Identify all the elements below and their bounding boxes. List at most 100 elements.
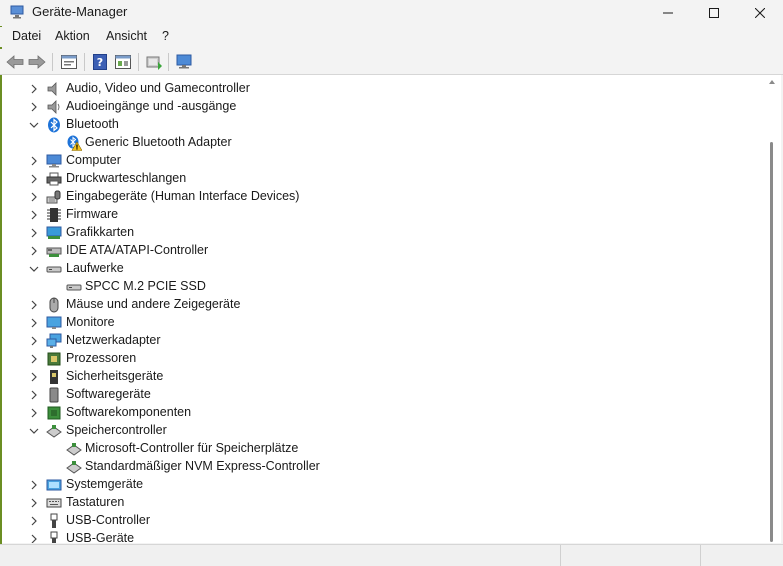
- chevron-right-icon[interactable]: [28, 407, 40, 419]
- tree-item-audio-io[interactable]: Audioeingänge und -ausgänge: [2, 98, 762, 116]
- scroll-up-arrow-icon[interactable]: [769, 80, 775, 84]
- tree-item-nvme-controller[interactable]: Standardmäßiger NVM Express-Controller: [2, 458, 762, 476]
- tree-item-label: USB-Geräte: [66, 531, 135, 543]
- tree-item-spcc-ssd[interactable]: SPCC M.2 PCIE SSD: [2, 278, 762, 296]
- toolbar: ?: [0, 49, 783, 75]
- tree-item-label: Audio, Video und Gamecontroller: [66, 81, 250, 95]
- software-device-icon: [49, 387, 59, 403]
- tree-item-label: Sicherheitsgeräte: [66, 369, 164, 383]
- tree-item-label: Softwaregeräte: [66, 387, 151, 401]
- tree-item-label: Speichercontroller: [66, 423, 167, 437]
- toolbar-separator: [138, 53, 139, 71]
- tree-item-computer[interactable]: Computer: [2, 152, 762, 170]
- tree-item-software-components[interactable]: Softwarekomponenten: [2, 404, 762, 422]
- tree-item-generic-bluetooth-adapter[interactable]: ! Generic Bluetooth Adapter: [2, 134, 762, 152]
- device-manager-window: Geräte-Manager Datei Aktion Ansicht ? ?: [0, 0, 783, 566]
- tree-item-monitors[interactable]: Monitore: [2, 314, 762, 332]
- tree-item-firmware[interactable]: Firmware: [2, 206, 762, 224]
- monitor-icon: [46, 316, 62, 329]
- chevron-right-icon[interactable]: [28, 83, 40, 95]
- chevron-right-icon[interactable]: [28, 101, 40, 113]
- tree-item-ide-controller[interactable]: IDE ATA/ATAPI-Controller: [2, 242, 762, 260]
- ide-controller-icon: [46, 247, 62, 257]
- storage-controller-icon: [66, 443, 82, 456]
- tree-item-label: Netzwerkadapter: [66, 333, 161, 347]
- minimize-button[interactable]: [645, 0, 691, 26]
- chevron-right-icon[interactable]: [28, 191, 40, 203]
- menu-datei[interactable]: Datei: [12, 29, 41, 43]
- tree-item-label: Monitore: [66, 315, 115, 329]
- chevron-right-icon[interactable]: [28, 515, 40, 527]
- tree-item-audio-video[interactable]: Audio, Video und Gamecontroller: [2, 80, 762, 98]
- tree-item-usb-controllers[interactable]: USB-Controller: [2, 512, 762, 530]
- usb-icon: [50, 531, 58, 543]
- chevron-right-icon[interactable]: [28, 317, 40, 329]
- tree-item-label: Druckwarteschlangen: [66, 171, 187, 185]
- tree-item-drives[interactable]: Laufwerke: [2, 260, 762, 278]
- chevron-right-icon[interactable]: [28, 209, 40, 221]
- tree-item-label: IDE ATA/ATAPI-Controller: [66, 243, 209, 257]
- computer-icon: [46, 154, 62, 168]
- tree-item-storage-controllers[interactable]: Speichercontroller: [2, 422, 762, 440]
- back-button[interactable]: [5, 52, 25, 72]
- drive-icon: [66, 284, 82, 291]
- chevron-down-icon[interactable]: [28, 425, 40, 437]
- storage-controller-icon: [66, 461, 82, 474]
- chevron-right-icon[interactable]: [28, 173, 40, 185]
- chevron-right-icon[interactable]: [28, 389, 40, 401]
- tree-item-display-adapters[interactable]: Grafikkarten: [2, 224, 762, 242]
- tree-item-usb-devices[interactable]: USB-Geräte: [2, 530, 762, 543]
- chevron-right-icon[interactable]: [28, 479, 40, 491]
- tree-item-system-devices[interactable]: Systemgeräte: [2, 476, 762, 494]
- properties-button[interactable]: [59, 52, 79, 72]
- title-bar[interactable]: Geräte-Manager: [0, 0, 783, 26]
- tree-item-keyboards[interactable]: Tastaturen: [2, 494, 762, 512]
- tree-item-label: Mäuse und andere Zeigegeräte: [66, 297, 241, 311]
- close-button[interactable]: [737, 0, 783, 26]
- toolbar-separator: [84, 53, 85, 71]
- speaker-icon: [47, 100, 60, 114]
- toolbar-separator: [168, 53, 169, 71]
- tree-item-hid[interactable]: Eingabegeräte (Human Interface Devices): [2, 188, 762, 206]
- tree-item-ms-storage-spaces[interactable]: Microsoft-Controller für Speicherplätze: [2, 440, 762, 458]
- menu-help[interactable]: ?: [162, 29, 169, 43]
- tree-item-label: Laufwerke: [66, 261, 124, 275]
- tree-item-security-devices[interactable]: Sicherheitsgeräte: [2, 368, 762, 386]
- chevron-down-icon[interactable]: [28, 263, 40, 275]
- scrollbar-thumb[interactable]: [770, 142, 773, 542]
- chevron-right-icon[interactable]: [28, 155, 40, 167]
- status-cell: [560, 545, 701, 566]
- update-driver-button[interactable]: [144, 52, 164, 72]
- view-button[interactable]: [113, 52, 133, 72]
- vertical-scrollbar[interactable]: [765, 76, 781, 542]
- tree-item-network-adapters[interactable]: Netzwerkadapter: [2, 332, 762, 350]
- chevron-right-icon[interactable]: [28, 533, 40, 543]
- chevron-right-icon[interactable]: [28, 353, 40, 365]
- chevron-right-icon[interactable]: [28, 371, 40, 383]
- tree-item-software-devices[interactable]: Softwaregeräte: [2, 386, 762, 404]
- device-tree[interactable]: Audio, Video und Gamecontroller Audioein…: [2, 75, 781, 543]
- chevron-right-icon[interactable]: [28, 335, 40, 347]
- forward-button[interactable]: [27, 52, 47, 72]
- help-button[interactable]: ?: [90, 52, 110, 72]
- mouse-icon: [49, 297, 59, 313]
- chevron-right-icon[interactable]: [28, 245, 40, 257]
- tree-item-bluetooth[interactable]: Bluetooth: [2, 116, 762, 134]
- tree-item-mice[interactable]: Mäuse und andere Zeigegeräte: [2, 296, 762, 314]
- chevron-right-icon[interactable]: [28, 227, 40, 239]
- keyboard-icon: [46, 498, 62, 508]
- scan-hardware-button[interactable]: [175, 52, 195, 72]
- chevron-right-icon[interactable]: [28, 497, 40, 509]
- hid-icon: [46, 190, 61, 204]
- maximize-button[interactable]: [691, 0, 737, 26]
- chevron-right-icon[interactable]: [28, 299, 40, 311]
- menu-ansicht[interactable]: Ansicht: [106, 29, 147, 43]
- menu-aktion[interactable]: Aktion: [55, 29, 90, 43]
- tree-item-label: Audioeingänge und -ausgänge: [66, 99, 237, 113]
- chevron-down-icon[interactable]: [28, 119, 40, 131]
- tree-item-print-queues[interactable]: Druckwarteschlangen: [2, 170, 762, 188]
- forward-icon: [28, 55, 46, 69]
- tree-item-processors[interactable]: Prozessoren: [2, 350, 762, 368]
- tree-item-label: Prozessoren: [66, 351, 137, 365]
- tree-item-label: Systemgeräte: [66, 477, 144, 491]
